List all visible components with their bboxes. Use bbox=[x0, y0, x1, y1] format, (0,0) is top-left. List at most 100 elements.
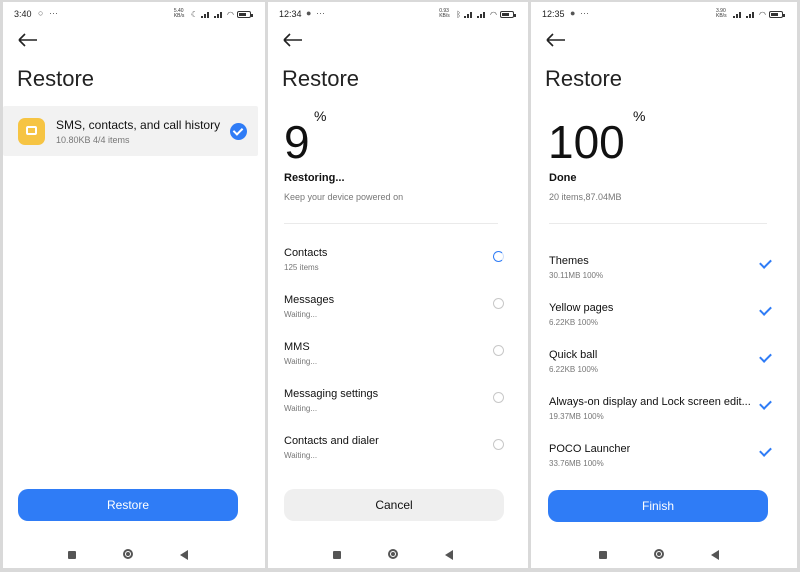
message-icon bbox=[18, 118, 45, 145]
screen-restoring: 12:34 ● ··· 0.93 KB/s ᛒ ◠ Restore 9 % Re… bbox=[268, 2, 528, 568]
waiting-circle-icon bbox=[493, 392, 504, 403]
progress-value: 100 bbox=[548, 116, 625, 168]
status-bar: 12:34 ● ··· 0.93 KB/s ᛒ ◠ bbox=[279, 8, 516, 22]
item-status: Waiting... bbox=[284, 404, 318, 413]
status-more-dots: ··· bbox=[580, 8, 589, 18]
list-item: Themes 30.11MB 100% bbox=[531, 255, 797, 295]
waiting-circle-icon bbox=[493, 345, 504, 356]
status-more-dots: ··· bbox=[49, 8, 58, 18]
home-icon[interactable] bbox=[654, 549, 664, 559]
recents-icon[interactable] bbox=[333, 551, 341, 559]
progress-unit: % bbox=[633, 108, 646, 124]
status-bar: 12:35 ● ··· 3.90 KB/s ◠ bbox=[542, 8, 785, 22]
list-item: Always-on display and Lock screen edit..… bbox=[531, 396, 797, 436]
signal-icon bbox=[733, 11, 743, 18]
check-icon bbox=[759, 303, 772, 316]
net-speed: 5.40 KB/s bbox=[173, 8, 185, 19]
item-name: Messaging settings bbox=[284, 388, 379, 400]
restore-button[interactable]: Restore bbox=[18, 489, 238, 521]
list-item: MMS Waiting... bbox=[268, 341, 528, 381]
status-time: 3:40 bbox=[14, 9, 32, 19]
list-item: Contacts 125 items bbox=[268, 247, 528, 287]
item-name: Quick ball bbox=[549, 349, 598, 361]
signal-icon-2 bbox=[477, 11, 487, 18]
backup-item-subtitle: 10.80KB 4/4 items bbox=[56, 135, 130, 145]
item-size: 6.22KB 100% bbox=[549, 318, 598, 327]
status-bar: 3:40 ○ ··· 5.40 KB/s ☾ ◠ bbox=[14, 8, 253, 22]
status-icons: 5.40 KB/s ☾ ◠ bbox=[173, 8, 253, 19]
page-title: Restore bbox=[545, 66, 623, 91]
check-icon bbox=[759, 350, 772, 363]
status-notification-icon: ● bbox=[570, 8, 576, 18]
status-time: 12:35 bbox=[542, 9, 565, 19]
nav-back-icon[interactable] bbox=[180, 550, 188, 560]
wifi-icon: ◠ bbox=[490, 9, 497, 19]
page-title: Restore bbox=[17, 66, 95, 91]
back-arrow-icon[interactable] bbox=[17, 32, 39, 48]
item-status: Waiting... bbox=[284, 451, 318, 460]
checkbox-checked-icon[interactable] bbox=[230, 123, 247, 140]
item-size: 30.11MB 100% bbox=[549, 271, 604, 280]
finish-button[interactable]: Finish bbox=[548, 490, 768, 522]
screen-restore-done: 12:35 ● ··· 3.90 KB/s ◠ Restore 100 % Do… bbox=[531, 2, 797, 568]
moon-icon: ☾ bbox=[190, 9, 199, 19]
list-item: Contacts and dialer Waiting... bbox=[268, 435, 528, 475]
battery-icon bbox=[769, 10, 785, 18]
check-icon bbox=[759, 444, 772, 457]
home-icon[interactable] bbox=[388, 549, 398, 559]
nav-back-icon[interactable] bbox=[711, 550, 719, 560]
progress-unit: % bbox=[314, 108, 327, 124]
nav-bar bbox=[3, 548, 265, 562]
list-item: POCO Launcher 33.76MB 100% bbox=[531, 443, 797, 483]
waiting-circle-icon bbox=[493, 439, 504, 450]
back-arrow-icon[interactable] bbox=[282, 32, 304, 48]
nav-bar bbox=[531, 548, 797, 562]
item-size: 33.76MB 100% bbox=[549, 459, 604, 468]
item-name: Themes bbox=[549, 255, 589, 267]
nav-back-icon[interactable] bbox=[445, 550, 453, 560]
screen-restore-select: 3:40 ○ ··· 5.40 KB/s ☾ ◠ Restore SMS, co… bbox=[3, 2, 265, 568]
item-name: Messages bbox=[284, 294, 335, 306]
restore-state: Done bbox=[549, 172, 577, 184]
item-name: Yellow pages bbox=[549, 302, 614, 314]
check-icon bbox=[759, 256, 772, 269]
item-size: 6.22KB 100% bbox=[549, 365, 598, 374]
status-more-dots: ··· bbox=[316, 8, 325, 18]
recents-icon[interactable] bbox=[68, 551, 76, 559]
item-name: POCO Launcher bbox=[549, 443, 631, 455]
list-item: Yellow pages 6.22KB 100% bbox=[531, 302, 797, 342]
progress-spinner-icon bbox=[493, 251, 504, 262]
net-speed: 0.93 KB/s bbox=[439, 8, 450, 19]
item-size: 19.37MB 100% bbox=[549, 412, 604, 421]
status-icons: 0.93 KB/s ᛒ ◠ bbox=[439, 8, 516, 19]
cancel-button[interactable]: Cancel bbox=[284, 489, 504, 521]
backup-item-title: SMS, contacts, and call history bbox=[56, 118, 221, 132]
item-status: 125 items bbox=[284, 263, 319, 272]
back-arrow-icon[interactable] bbox=[545, 32, 567, 48]
progress-value: 9 bbox=[284, 116, 310, 168]
recents-icon[interactable] bbox=[599, 551, 607, 559]
item-name: Always-on display and Lock screen edit..… bbox=[549, 396, 751, 408]
list-item: Messaging settings Waiting... bbox=[268, 388, 528, 428]
item-name: MMS bbox=[284, 341, 310, 353]
backup-item-sms[interactable]: SMS, contacts, and call history 10.80KB … bbox=[3, 106, 258, 156]
status-time: 12:34 bbox=[279, 9, 302, 19]
divider bbox=[284, 223, 498, 224]
item-name: Contacts and dialer bbox=[284, 435, 379, 447]
nav-bar bbox=[268, 548, 528, 562]
wifi-icon: ◠ bbox=[227, 9, 234, 19]
divider bbox=[549, 223, 767, 224]
bluetooth-icon: ᛒ bbox=[456, 9, 462, 19]
list-item: Messages Waiting... bbox=[268, 294, 528, 334]
item-status: Waiting... bbox=[284, 310, 318, 319]
home-icon[interactable] bbox=[123, 549, 133, 559]
waiting-circle-icon bbox=[493, 298, 504, 309]
signal-icon bbox=[201, 11, 211, 18]
restore-note: 20 items,87.04MB bbox=[549, 192, 622, 202]
list-item: Quick ball 6.22KB 100% bbox=[531, 349, 797, 389]
signal-icon-2 bbox=[746, 11, 756, 18]
wifi-icon: ◠ bbox=[759, 9, 766, 19]
restore-state: Restoring... bbox=[284, 172, 345, 184]
check-icon bbox=[759, 397, 772, 410]
battery-icon bbox=[500, 10, 516, 18]
